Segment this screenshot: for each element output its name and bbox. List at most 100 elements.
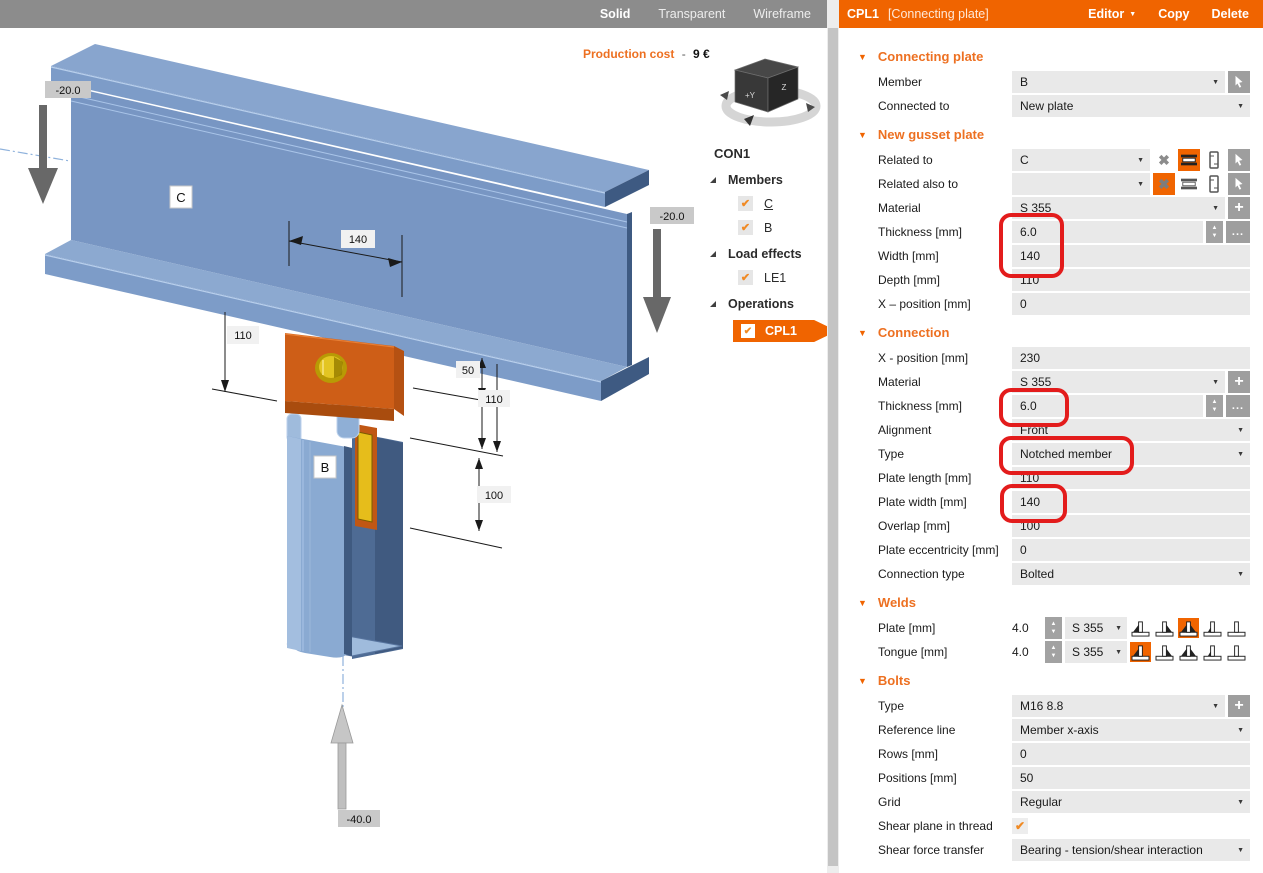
member-dropdown[interactable]: B▼ [1012,71,1225,93]
plate-eccentricity-input[interactable]: 0 [1012,539,1250,561]
viewport-3d-scene[interactable]: 140 110 50 110 100 -20.0 -20.0 -40.0 C B [0,0,827,873]
expander-icon[interactable] [708,249,718,259]
butt-weld-icon[interactable] [1226,618,1247,638]
butt-weld-icon[interactable] [1226,642,1247,662]
gusset-material-dropdown[interactable]: S 355▼ [1012,197,1225,219]
add-material-button[interactable]: + [1228,197,1250,219]
tree-group-load-effects[interactable]: Load effects [708,247,837,261]
connection-thickness-input[interactable]: 6.0 [1012,395,1203,417]
relation-none-icon[interactable]: ✖ [1153,149,1175,171]
bolt-positions-input[interactable]: 50 [1012,767,1250,789]
section-welds[interactable]: ▼ Welds [839,589,1263,616]
weld-plate-size[interactable]: 4.0 [1012,621,1042,635]
copy-button[interactable]: Copy [1158,7,1189,21]
connected-to-dropdown[interactable]: New plate▼ [1012,95,1250,117]
thickness-stepper[interactable]: ▲▼ [1206,395,1223,417]
add-bolt-button[interactable]: + [1228,695,1250,717]
load-arrow-right [643,229,671,333]
expander-icon[interactable] [708,175,718,185]
relation-none-icon[interactable]: ✖ [1153,173,1175,195]
bolt-type-dropdown[interactable]: M16 8.8▼ [1012,695,1225,717]
expander-icon[interactable] [708,299,718,309]
section-new-gusset-plate[interactable]: ▼ New gusset plate [839,121,1263,148]
editor-button[interactable]: Editor▼ [1088,7,1136,21]
thickness-more-button[interactable]: ... [1226,395,1250,417]
chevron-down-icon: ▼ [1206,379,1219,386]
flange-plate-icon [1180,152,1198,168]
tree-group-operations[interactable]: Operations [708,297,837,311]
gusset-depth-input[interactable]: 110 [1012,269,1250,291]
collapse-triangle-icon[interactable]: ▼ [858,598,867,608]
related-to-dropdown[interactable]: C▼ [1012,149,1150,171]
weld-tongue-size[interactable]: 4.0 [1012,645,1042,659]
gusset-x-position-input[interactable]: 0 [1012,293,1250,315]
collapse-triangle-icon[interactable]: ▼ [858,676,867,686]
connection-type-dropdown[interactable]: Bolted▼ [1012,563,1250,585]
section-connection[interactable]: ▼ Connection [839,319,1263,346]
related-also-to-dropdown[interactable]: ▼ [1012,173,1150,195]
type-dropdown[interactable]: Notched member▼ [1012,443,1250,465]
grid-dropdown[interactable]: Regular▼ [1012,791,1250,813]
bolt[interactable] [315,353,347,383]
gusset-thickness-input[interactable]: 6.0 [1012,221,1203,243]
add-material-button[interactable]: + [1228,371,1250,393]
scrollbar-thumb[interactable] [828,28,838,866]
fillet-weld-right-icon[interactable] [1154,618,1175,638]
overlap-input[interactable]: 100 [1012,515,1250,537]
weld-plate-material-dropdown[interactable]: S 355▼ [1065,617,1127,639]
delete-button[interactable]: Delete [1211,7,1249,21]
plate-length-input[interactable]: 110 [1012,467,1250,489]
section-bolts[interactable]: ▼ Bolts [839,667,1263,694]
relation-flange-plate-icon[interactable] [1178,173,1200,195]
bevel-weld-icon[interactable] [1202,618,1223,638]
double-fillet-weld-icon[interactable] [1178,618,1199,638]
fillet-weld-left-icon[interactable] [1130,642,1151,662]
plate-width-input[interactable]: 140 [1012,491,1250,513]
connection-material-dropdown[interactable]: S 355▼ [1012,371,1225,393]
tree-item-le1[interactable]: ✔ LE1 [738,270,837,285]
view-mode-wireframe[interactable]: Wireframe [753,7,811,21]
view-mode-solid[interactable]: Solid [600,7,631,21]
panel-scrollbar[interactable] [827,0,839,873]
relation-flange-plate-icon[interactable] [1178,149,1200,171]
pick-member-button[interactable] [1228,71,1250,93]
collapse-triangle-icon[interactable]: ▼ [858,130,867,140]
weld-tongue-material-dropdown[interactable]: S 355▼ [1065,641,1127,663]
checkbox-checked-icon[interactable]: ✔ [740,323,756,339]
weld-size-stepper[interactable]: ▲▼ [1045,617,1062,639]
weld-size-stepper[interactable]: ▲▼ [1045,641,1062,663]
navigation-cube[interactable]: +Y Z [712,48,827,133]
gusset-width-input[interactable]: 140 [1012,245,1250,267]
checkbox-checked-icon[interactable]: ✔ [738,196,753,211]
pick-related-also-button[interactable] [1228,173,1250,195]
tree-group-members[interactable]: Members [708,173,837,187]
double-fillet-weld-icon[interactable] [1178,642,1199,662]
tree-item-b[interactable]: ✔ B [738,220,837,235]
shear-force-transfer-dropdown[interactable]: Bearing - tension/shear interaction▼ [1012,839,1250,861]
pick-related-button[interactable] [1228,149,1250,171]
thickness-stepper[interactable]: ▲▼ [1206,221,1223,243]
checkbox-checked-icon[interactable]: ✔ [738,270,753,285]
view-mode-transparent[interactable]: Transparent [658,7,725,21]
bolt-rows-input[interactable]: 0 [1012,743,1250,765]
connection-x-position-input[interactable]: 230 [1012,347,1250,369]
relation-section-outline-icon[interactable] [1203,173,1225,195]
dim-50: 50 [462,365,474,377]
alignment-dropdown[interactable]: Front▼ [1012,419,1250,441]
connecting-plate[interactable] [285,333,404,421]
collapse-triangle-icon[interactable]: ▼ [858,52,867,62]
fillet-weld-left-icon[interactable] [1130,618,1151,638]
bevel-weld-icon[interactable] [1202,642,1223,662]
relation-section-outline-icon[interactable] [1203,149,1225,171]
tree-item-c[interactable]: ✔ C [738,196,837,211]
tree-item-cpl1-selected[interactable]: ✔ CPL1 [733,320,837,342]
shear-plane-checkbox[interactable]: ✔ [1012,818,1028,834]
thickness-more-button[interactable]: ... [1226,221,1250,243]
gusset-plate-tongue[interactable] [352,424,403,659]
section-connecting-plate[interactable]: ▼ Connecting plate [839,43,1263,70]
fillet-weld-right-icon[interactable] [1154,642,1175,662]
reference-line-dropdown[interactable]: Member x-axis▼ [1012,719,1250,741]
checkbox-checked-icon[interactable]: ✔ [738,220,753,235]
collapse-triangle-icon[interactable]: ▼ [858,328,867,338]
row-related-also-to: Related also to ▼ ✖ [839,172,1263,196]
